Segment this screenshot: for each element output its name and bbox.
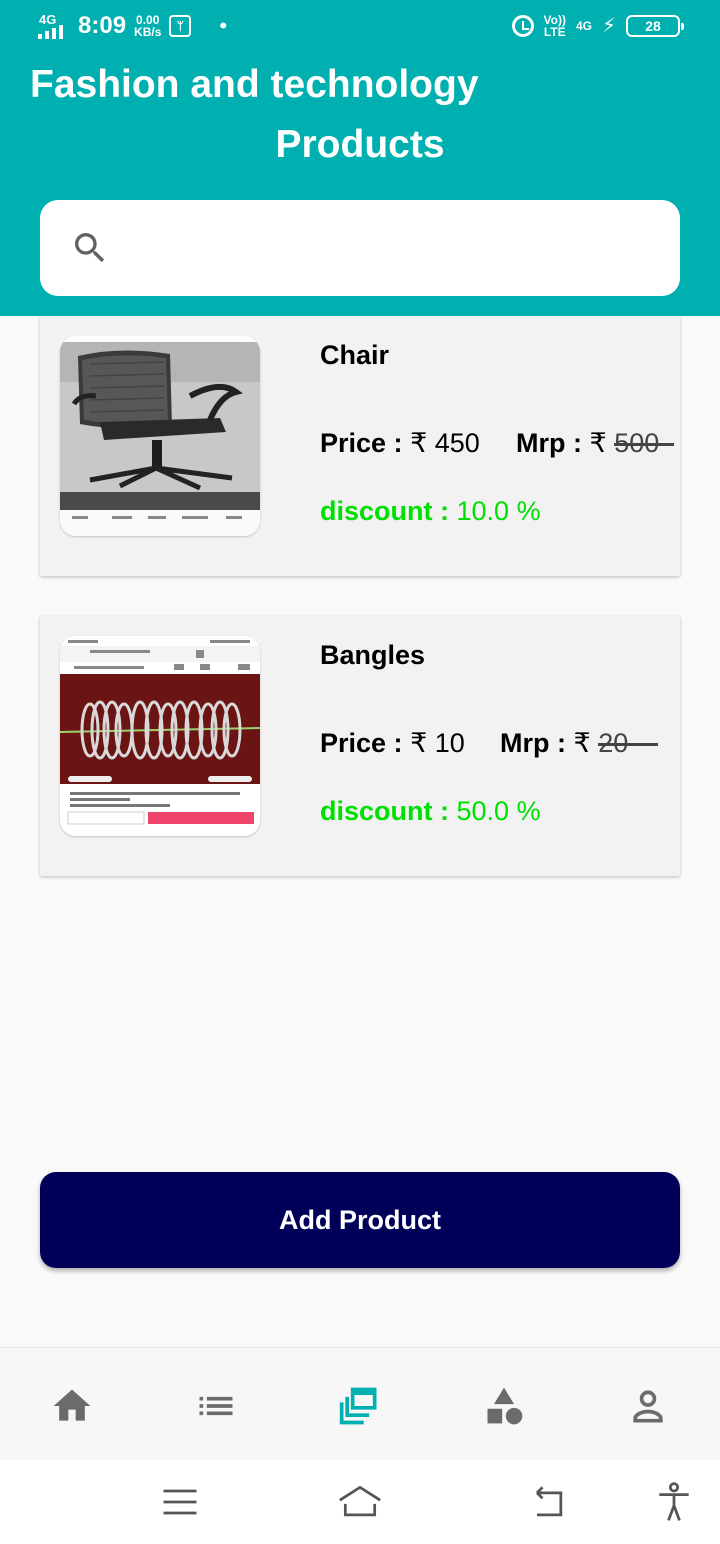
- search-bar[interactable]: [40, 200, 680, 296]
- discount-label: discount :: [320, 496, 449, 526]
- app-header: 4G 8:09 0.00 KB/s ᛘ • Vo)) LTE 4G ⚡ 28 F…: [0, 0, 720, 316]
- discount-value: 50.0 %: [456, 796, 541, 826]
- accessibility-icon[interactable]: [652, 1480, 696, 1524]
- search-input[interactable]: [130, 220, 650, 276]
- volte-bottom: LTE: [543, 25, 566, 39]
- speed-unit: KB/s: [134, 25, 162, 39]
- battery-level: 28: [645, 18, 661, 34]
- list-icon[interactable]: [194, 1384, 238, 1428]
- page-subtitle: Products: [275, 123, 445, 166]
- profile-icon[interactable]: [626, 1384, 670, 1428]
- strikethrough-line: [598, 743, 659, 746]
- product-mrp: Mrp : ₹ 500: [516, 428, 675, 459]
- mrp-value: 20: [598, 728, 659, 758]
- search-icon: [75, 233, 105, 263]
- charging-icon: ⚡: [601, 15, 616, 37]
- price-value: ₹ 450: [410, 428, 480, 458]
- product-discount: discount : 10.0 %: [320, 496, 541, 527]
- product-list[interactable]: Chair Price : ₹ 450 Mrp : ₹ 500 discount…: [0, 316, 720, 896]
- price-label: Price :: [320, 428, 403, 458]
- home-system-icon[interactable]: [334, 1480, 386, 1524]
- network-speed: 0.00 KB/s: [134, 14, 161, 38]
- discount-value: 10.0 %: [456, 496, 541, 526]
- menu-icon[interactable]: [158, 1480, 202, 1524]
- product-name: Chair: [320, 340, 390, 370]
- system-navigation-bar: [0, 1460, 720, 1544]
- mrp-value: 500: [614, 428, 675, 458]
- mrp-currency: ₹: [573, 728, 591, 758]
- price-label: Price :: [320, 728, 403, 758]
- product-name: Bangles: [320, 640, 426, 670]
- categories-icon[interactable]: [482, 1384, 526, 1428]
- clock: 8:09: [78, 12, 127, 39]
- mrp-currency: ₹: [589, 428, 607, 458]
- bottom-navigation: [0, 1347, 720, 1460]
- product-image-bangles: [60, 636, 260, 836]
- price-value: ₹ 10: [410, 728, 465, 758]
- signal-icon: 4G: [38, 13, 70, 39]
- collections-icon[interactable]: [338, 1384, 382, 1428]
- product-mrp: Mrp : ₹ 20: [500, 728, 659, 759]
- mrp-label: Mrp :: [500, 728, 566, 758]
- product-card[interactable]: Chair Price : ₹ 450 Mrp : ₹ 500 discount…: [40, 316, 680, 576]
- strikethrough-line: [614, 443, 675, 446]
- add-product-button[interactable]: Add Product: [40, 1172, 680, 1268]
- usb-icon: ᛘ: [169, 15, 192, 37]
- notification-dot-icon: •: [219, 13, 228, 38]
- home-icon[interactable]: [50, 1384, 94, 1428]
- status-bar: 4G 8:09 0.00 KB/s ᛘ • Vo)) LTE 4G ⚡ 28: [0, 0, 720, 56]
- product-card[interactable]: Bangles Price : ₹ 10 Mrp : ₹ 20 discount…: [40, 616, 680, 876]
- product-price: Price : ₹ 10: [320, 728, 465, 759]
- alarm-icon: [511, 15, 534, 37]
- product-price: Price : ₹ 450: [320, 428, 480, 459]
- back-icon[interactable]: [526, 1480, 570, 1524]
- product-image-chair: [60, 336, 260, 536]
- volte-indicator: Vo)) LTE: [544, 14, 566, 38]
- product-discount: discount : 50.0 %: [320, 796, 541, 827]
- mrp-label: Mrp :: [516, 428, 582, 458]
- page-title: Fashion and technology: [30, 63, 479, 106]
- mobile-data-indicator: 4G: [575, 19, 592, 33]
- battery-icon: 28: [626, 15, 684, 37]
- discount-label: discount :: [320, 796, 449, 826]
